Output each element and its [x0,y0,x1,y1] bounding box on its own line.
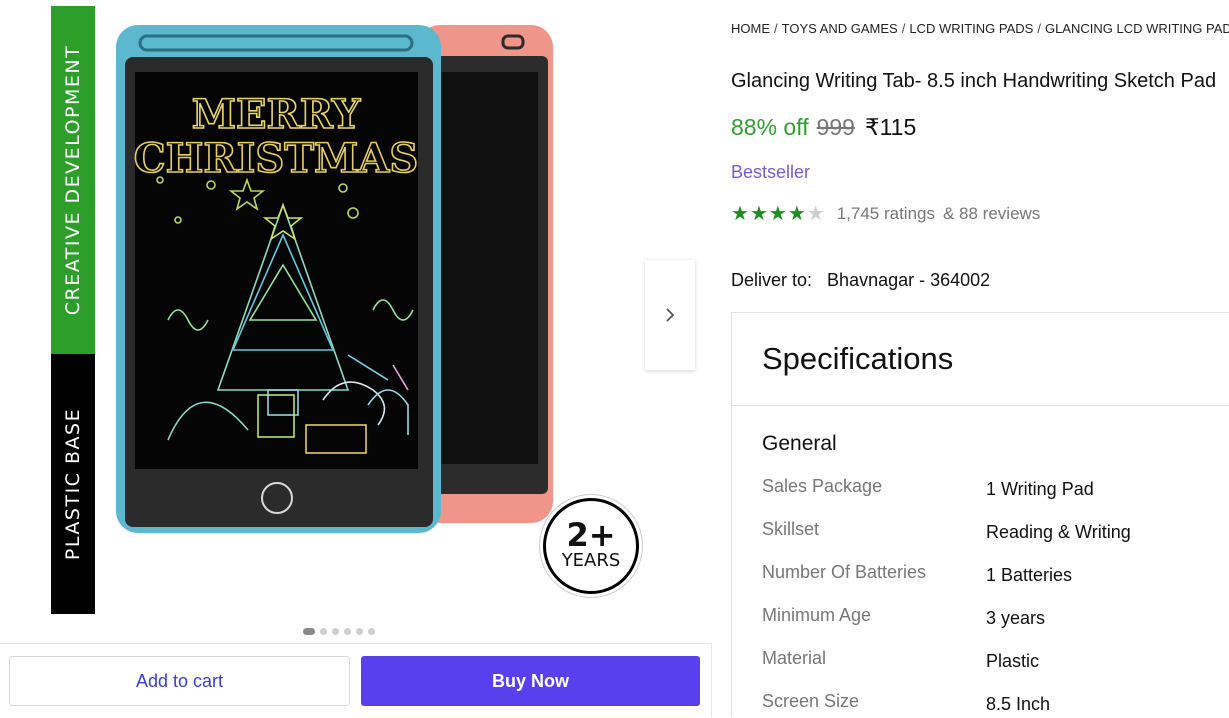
pager-dot[interactable] [356,628,363,635]
spec-value: Plastic [986,651,1040,671]
breadcrumb-separator: / [901,21,906,36]
image-pager-dots [303,628,375,635]
spec-key: Skillset [762,519,820,539]
specifications-panel: Specifications General Sales Package 1 W… [731,312,1229,717]
spec-value: Reading & Writing [986,522,1131,542]
chevron-right-icon [666,308,675,322]
spec-value: 8.5 Inch [986,694,1051,714]
breadcrumb-separator: / [1037,21,1041,36]
product-title: Glancing Writing Tab- 8.5 inch Handwriti… [731,70,1217,92]
breadcrumb: HOME / TOYS AND GAMES / LCD WRITING PADS / GLA… [731,21,1229,36]
spec-key: Sales Package [762,476,883,496]
bestseller-badge: Bestseller [731,162,811,182]
screen-doodle-text-merry: MERRY [192,91,361,138]
age-badge-number: 2+ [566,516,616,554]
pager-dot[interactable] [332,628,339,635]
feature-band-plastic: PLASTIC BASE [51,354,95,614]
discount-percent: 88% off [731,114,809,140]
price-row: 88% off 999 ₹115 [731,114,916,141]
spec-key: Minimum Age [762,605,872,625]
deliver-label: Deliver to: [731,270,813,290]
feature-band-creative-label: CREATIVE DEVELOPMENT [62,44,84,316]
spec-value: 1 Writing Pad [986,479,1094,499]
star-icon: ★ [749,203,768,225]
deliver-pincode[interactable]: Bhavnagar - 364002 [827,270,990,290]
selling-price: ₹115 [864,114,917,140]
delivery-location[interactable]: Deliver to: Bhavnagar - 364002 [731,270,990,291]
age-badge: 2+ YEARS [543,498,639,594]
product-gallery: CREATIVE DEVELOPMENT PLASTIC BASE MERRY … [0,0,712,718]
specifications-title: Specifications [762,341,954,376]
add-to-cart-button[interactable]: Add to cart [9,656,350,706]
age-badge-text: YEARS [561,550,621,571]
feature-band-creative: CREATIVE DEVELOPMENT [51,6,95,354]
buy-now-button[interactable]: Buy Now [361,656,700,706]
spec-value: 1 Batteries [986,565,1073,585]
star-icon: ★ [731,203,749,225]
purchase-action-bar: Add to cart Buy Now [0,643,712,718]
spec-row-screen-size: Screen Size 8.5 Inch [762,691,1229,717]
spec-row-number-of-batteries: Number Of Batteries 1 Batteries [762,562,1229,592]
star-rating: ★ ★ ★ ★ ★ [731,203,825,225]
pager-dot[interactable] [344,628,351,635]
breadcrumb-home[interactable]: HOME [731,21,770,36]
rating-row[interactable]: ★ ★ ★ ★ ★ 1,745 ratings & 88 reviews [731,203,1040,225]
pager-dot[interactable] [368,628,375,635]
spec-value: 3 years [986,608,1046,628]
product-details: HOME / TOYS AND GAMES / LCD WRITING PADS / GLA… [731,0,1229,717]
breadcrumb-toys-and-games[interactable]: TOYS AND GAMES [782,21,898,36]
next-image-button[interactable] [645,260,695,370]
spec-key: Material [762,648,827,668]
reviews-count[interactable]: & 88 reviews [943,204,1040,224]
spec-row-sales-package: Sales Package 1 Writing Pad [762,476,1229,506]
specifications-header: Specifications [732,313,1229,406]
spec-row-material: Material Plastic [762,648,1229,678]
spec-group-title: General [762,432,837,455]
breadcrumb-lcd-writing-pads[interactable]: LCD WRITING PADS [909,21,1033,36]
ratings-count[interactable]: 1,745 ratings [837,204,935,224]
star-icon: ★ [787,203,806,225]
product-image[interactable]: MERRY CHRISTMAS [108,20,558,540]
spec-row-minimum-age: Minimum Age 3 years [762,605,1229,635]
spec-key: Number Of Batteries [762,562,927,582]
pager-dot-active[interactable] [303,628,315,635]
breadcrumb-separator: / [774,21,778,36]
spec-row-skillset: Skillset Reading & Writing [762,519,1229,549]
pager-dot[interactable] [320,628,327,635]
breadcrumb-glancing-lcd-writing-pads[interactable]: GLANCING LCD WRITING PADS [1045,21,1229,36]
star-empty-icon: ★ [806,203,825,225]
screen-doodle-text-christmas: CHRISTMAS [134,135,418,182]
spec-key: Screen Size [762,691,860,711]
feature-band-plastic-label: PLASTIC BASE [62,407,84,561]
original-price: 999 [816,114,855,140]
star-icon: ★ [768,203,787,225]
divider [711,643,712,717]
